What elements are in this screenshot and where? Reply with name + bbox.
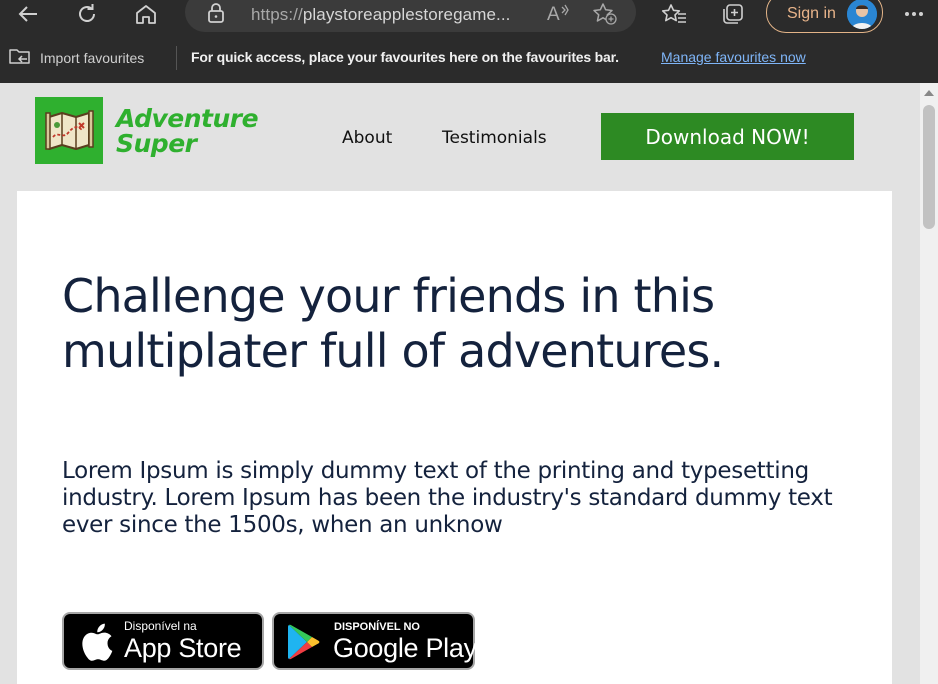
page-scrollbar[interactable] bbox=[920, 83, 938, 684]
hero-section: Challenge your friends in this multiplat… bbox=[17, 191, 892, 684]
google-play-small-label: DISPONÍVEL NO bbox=[334, 621, 420, 633]
browser-toolbar: https://playstoreapplestoregame... A Sig… bbox=[0, 0, 938, 34]
url-host: playstoreapplestoregame... bbox=[302, 5, 511, 24]
logo-line-2: Super bbox=[116, 129, 197, 158]
app-store-label: App Store bbox=[124, 633, 242, 663]
nav-about[interactable]: About bbox=[342, 128, 392, 148]
nav-testimonials[interactable]: Testimonials bbox=[442, 128, 547, 148]
hero-description: Lorem Ipsum is simply dummy text of the … bbox=[62, 458, 833, 538]
sign-in-button[interactable]: Sign in bbox=[766, 0, 883, 33]
app-store-small-label: Disponível na bbox=[124, 619, 197, 633]
logo-line-1: Adventure bbox=[116, 104, 259, 133]
import-favourites-button[interactable]: Import favourites bbox=[8, 47, 144, 69]
hero-title: Challenge your friends in this multiplat… bbox=[62, 269, 724, 378]
read-aloud-icon[interactable]: A bbox=[547, 2, 571, 28]
sign-in-label: Sign in bbox=[787, 5, 836, 22]
favourites-message: For quick access, place your favourites … bbox=[191, 49, 619, 65]
scroll-thumb[interactable] bbox=[923, 105, 935, 229]
svg-text:A: A bbox=[547, 4, 560, 24]
map-logo-icon[interactable] bbox=[35, 97, 103, 164]
favourites-icon[interactable] bbox=[656, 0, 692, 27]
back-icon[interactable] bbox=[10, 0, 46, 27]
logo-wordmark[interactable]: Adventure Super bbox=[116, 104, 259, 158]
scroll-up-arrow-icon[interactable] bbox=[924, 90, 934, 96]
more-icon[interactable] bbox=[896, 0, 932, 27]
google-play-badge[interactable]: DISPONÍVEL NO Google Play bbox=[272, 612, 477, 670]
favourites-bar: Import favourites For quick access, plac… bbox=[0, 34, 938, 83]
avatar bbox=[847, 0, 877, 29]
refresh-icon[interactable] bbox=[69, 0, 105, 27]
page-viewport: Adventure Super About Testimonials Downl… bbox=[0, 83, 920, 684]
url-text[interactable]: https://playstoreapplestoregame... bbox=[251, 5, 511, 25]
import-favourites-label: Import favourites bbox=[40, 50, 145, 66]
import-favourites-icon bbox=[8, 46, 32, 70]
lock-icon[interactable] bbox=[207, 3, 225, 27]
divider bbox=[176, 46, 177, 70]
address-bar[interactable]: https://playstoreapplestoregame... A bbox=[185, 0, 636, 32]
manage-favourites-link[interactable]: Manage favourites now bbox=[661, 49, 806, 65]
home-icon[interactable] bbox=[128, 0, 164, 27]
google-play-label: Google Play bbox=[333, 633, 477, 663]
apple-icon bbox=[80, 623, 114, 665]
url-prefix: https:// bbox=[251, 5, 303, 24]
add-favourite-icon[interactable] bbox=[592, 2, 618, 30]
app-store-badge[interactable]: Disponível na App Store bbox=[62, 612, 264, 670]
download-button[interactable]: Download NOW! bbox=[601, 113, 854, 160]
google-play-icon bbox=[286, 623, 322, 665]
collections-icon[interactable] bbox=[715, 0, 751, 27]
